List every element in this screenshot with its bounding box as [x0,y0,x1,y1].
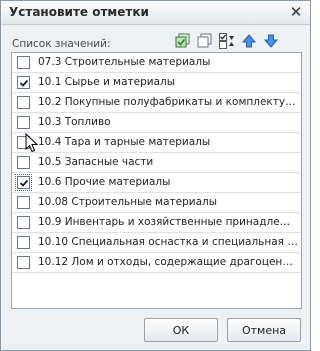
list-item-label: 10.1 Сырье и материалы [38,76,176,88]
list-item[interactable]: 10.2 Покупные полуфабрикаты и комплектую… [12,93,301,113]
move-down-icon [263,34,279,48]
list-item-label: 10.08 Строительные материалы [38,196,218,208]
dialog-window: Установите отметки ✕ Список значений: 07… [0,0,311,351]
list-item-label: 10.4 Тара и тарные материалы [38,136,211,148]
list-item-label: 10.2 Покупные полуфабрикаты и комплектую… [38,96,299,108]
list-toolbar [175,32,279,50]
list-item[interactable]: 10.5 Запасные части [12,153,301,173]
checkbox[interactable] [17,116,30,129]
uncheck-all-icon [197,33,212,48]
list-item-label: 10.5 Запасные части [38,156,154,168]
invert-checks-icon [219,33,234,49]
values-list: 07.3 Строительные материалы 10.1 Сырье и … [11,52,302,309]
list-item-label: 10.6 Прочие материалы [38,176,171,188]
list-item[interactable]: 10.6 Прочие материалы [12,173,301,193]
ok-button[interactable]: ОК [144,318,218,342]
checkbox[interactable] [17,56,30,69]
dialog-title: Установите отметки [9,5,149,19]
list-item[interactable]: 10.3 Топливо [12,113,301,133]
list-item[interactable]: 07.3 Строительные материалы [12,53,301,73]
list-item[interactable]: 10.12 Лом и отходы, содержащие драгоценн… [12,253,301,273]
invert-checks-button[interactable] [219,33,235,49]
list-item[interactable]: 10.10 Специальная оснастка и специальная… [12,233,301,253]
check-all-icon [175,33,190,48]
cancel-button[interactable]: Отмена [227,318,301,342]
check-all-button[interactable] [175,33,191,49]
list-item-label: 07.3 Строительные материалы [38,56,211,68]
checkbox[interactable] [17,136,30,149]
check-icon [19,79,28,87]
checkbox[interactable] [17,216,30,229]
list-item[interactable]: 10.4 Тара и тарные материалы [12,133,301,153]
move-up-icon [241,34,257,48]
checkbox[interactable] [17,196,30,209]
checkbox-checked[interactable] [17,76,30,89]
list-item[interactable]: 10.1 Сырье и материалы [12,73,301,93]
title-bar: Установите отметки ✕ [1,1,310,25]
move-down-button[interactable] [263,33,279,49]
list-item-label: 10.9 Инвентарь и хозяйственные принадлеж… [38,216,299,228]
list-item[interactable]: 10.08 Строительные материалы [12,193,301,213]
close-button[interactable]: ✕ [288,3,304,21]
checkbox[interactable] [17,96,30,109]
checkbox[interactable] [17,236,30,249]
uncheck-all-button[interactable] [197,33,213,49]
checkbox[interactable] [17,156,30,169]
list-label: Список значений: [12,38,111,50]
check-icon [19,179,28,187]
close-icon: ✕ [289,3,303,21]
list-item-label: 10.12 Лом и отходы, содержащие драгоценн… [38,256,299,268]
list-item-label: 10.10 Специальная оснастка и специальная… [38,236,299,248]
checkbox-checked[interactable] [15,174,32,191]
move-up-button[interactable] [241,33,257,49]
list-item[interactable]: 10.9 Инвентарь и хозяйственные принадлеж… [12,213,301,233]
checkbox[interactable] [17,256,30,269]
list-item-label: 10.3 Топливо [38,116,111,128]
